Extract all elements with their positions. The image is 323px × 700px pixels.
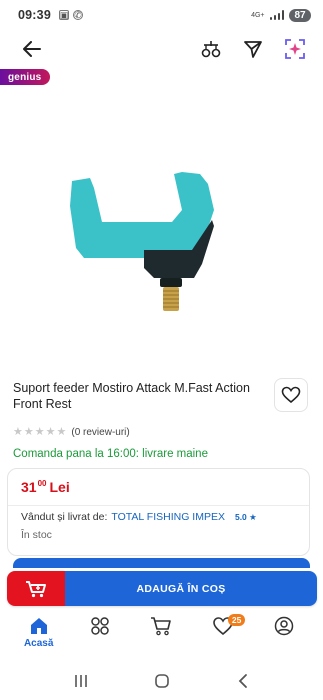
seller-label: Vândut și livrat de: (21, 511, 108, 523)
nav-home-label: Acasă (23, 638, 54, 649)
nav-account[interactable] (259, 616, 309, 636)
product-image[interactable] (0, 96, 323, 356)
offer-banner-edge (13, 558, 310, 568)
grid-icon (91, 617, 109, 635)
add-to-cart-label: ADAUGĂ ÎN COȘ (65, 571, 317, 606)
genius-badge: genius (0, 69, 51, 85)
price-currency: Lei (49, 479, 70, 495)
signal-icon (269, 10, 284, 20)
delivery-info: Comanda pana la 16:00: livrare maine (13, 448, 208, 460)
home-system-icon[interactable] (147, 669, 177, 693)
cart-icon (151, 617, 172, 636)
price-card: 31 00 Lei Vândut și livrat de: TOTAL FISHI… (7, 468, 310, 556)
star-icon: ★ (56, 426, 67, 438)
rating-stars: ★ ★ ★ ★ ★ (13, 427, 66, 438)
star-icon: ★ (13, 426, 23, 438)
review-count[interactable]: (0 review-uri) (71, 427, 129, 438)
rating-row[interactable]: ★ ★ ★ ★ ★ (0 review-uri) (13, 427, 130, 439)
share-send-icon[interactable] (239, 35, 267, 63)
stock-status: În stoc (21, 529, 52, 541)
cart-icon (7, 571, 65, 606)
system-navigation-bar (0, 666, 323, 696)
status-notification-icons: ▣ ✆ (58, 9, 83, 20)
home-icon (30, 618, 47, 634)
seller-row: Vândut și livrat de: TOTAL FISHING IMPEX… (21, 511, 257, 523)
recent-apps-icon[interactable] (66, 669, 96, 693)
nav-categories[interactable] (75, 616, 125, 636)
price-decimals: 00 (37, 479, 47, 488)
user-icon (275, 616, 294, 636)
seller-rating: 5.0 ★ (234, 511, 257, 522)
seller-link[interactable]: TOTAL FISHING IMPEX (111, 511, 225, 523)
compare-icon[interactable] (197, 35, 225, 63)
price: 31 00 Lei (21, 479, 70, 495)
back-arrow-icon[interactable] (18, 35, 46, 63)
nav-favorites[interactable]: 25 (198, 614, 248, 636)
divider (8, 505, 309, 506)
back-system-icon[interactable] (228, 669, 258, 693)
network-type: 4G+ (251, 11, 265, 19)
bottom-navigation: Acasă 25 (0, 614, 323, 662)
battery-indicator: 87 (289, 8, 311, 22)
star-icon: ★ (45, 426, 56, 438)
nav-cart[interactable] (136, 616, 186, 636)
price-integer: 31 (21, 479, 37, 495)
top-app-bar (0, 30, 323, 68)
product-title: Suport feeder Mostiro Attack M.Fast Acti… (13, 381, 250, 411)
status-time: 09:39 (18, 8, 51, 22)
star-icon: ★ (34, 426, 45, 438)
favorites-count-badge: 25 (227, 614, 246, 626)
whatsapp-icon: ✆ (72, 9, 83, 20)
heart-icon (281, 386, 301, 404)
add-to-cart-button[interactable]: ADAUGĂ ÎN COȘ (7, 571, 317, 606)
ai-sparkle-icon[interactable] (281, 35, 309, 63)
status-bar: 09:39 ▣ ✆ 4G+ 87 (0, 0, 323, 30)
nav-home[interactable]: Acasă (14, 616, 64, 649)
add-to-favorites-button[interactable] (274, 378, 308, 412)
notification-icon: ▣ (58, 9, 69, 20)
star-icon: ★ (23, 426, 34, 438)
